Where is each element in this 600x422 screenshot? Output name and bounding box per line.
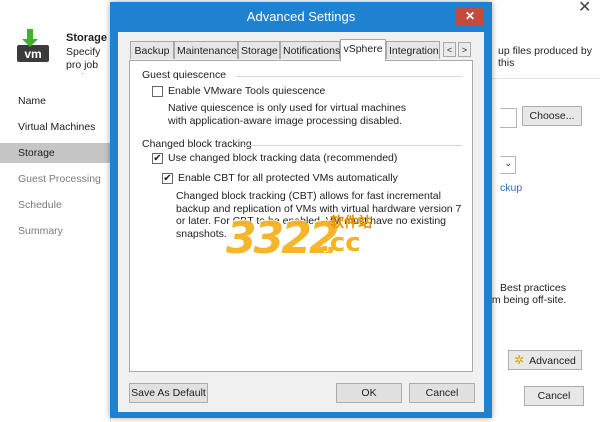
cbt-heading: Changed block tracking <box>142 138 252 150</box>
quiescence-help-text: Native quiescence is only used for virtu… <box>168 102 407 127</box>
tab-scroll-left-icon[interactable]: < <box>443 42 456 57</box>
gear-icon: ✲ <box>514 353 525 367</box>
offsite-note: em being off-site. <box>486 294 567 306</box>
tab-maintenance[interactable]: Maintenance <box>174 41 238 59</box>
choose-button[interactable]: Choose... <box>522 106 582 126</box>
nav-item-storage[interactable]: Storage <box>0 143 110 163</box>
nav-item-schedule[interactable]: Schedule <box>0 195 110 215</box>
nav-item-summary[interactable]: Summary <box>0 221 110 241</box>
repository-path-input[interactable] <box>500 108 517 128</box>
tab-storage[interactable]: Storage <box>238 41 280 59</box>
wizard-title: Storage <box>66 32 107 44</box>
wizard-close-icon[interactable]: ✕ <box>578 0 591 17</box>
vmware-tools-quiescence-label[interactable]: Enable VMware Tools quiescence <box>168 85 325 97</box>
wizard-cancel-button[interactable]: Cancel <box>524 386 584 406</box>
ok-button[interactable]: OK <box>336 383 402 403</box>
group-divider <box>244 145 462 146</box>
nav-item-guest-processing[interactable]: Guest Processing <box>0 169 110 189</box>
tab-notifications[interactable]: Notifications <box>280 41 340 59</box>
vmware-tools-quiescence-checkbox[interactable] <box>152 86 163 97</box>
vm-wizard-icon: vm <box>16 27 52 63</box>
wizard-description-right: up files produced by this <box>498 45 592 69</box>
dialog-title: Advanced Settings <box>246 9 356 24</box>
repository-select[interactable]: ⌄ <box>500 156 516 174</box>
tab-backup[interactable]: Backup <box>130 41 174 59</box>
chevron-down-icon: ⌄ <box>504 158 512 168</box>
advanced-button[interactable]: ✲ Advanced <box>508 350 582 370</box>
dialog-close-button[interactable]: ✕ <box>456 7 484 25</box>
backup-link[interactable]: ckup <box>500 182 522 194</box>
save-as-default-button[interactable]: Save As Default <box>129 383 208 403</box>
dialog-cancel-button[interactable]: Cancel <box>409 383 475 403</box>
use-cbt-checkbox[interactable]: ✔ <box>152 153 163 164</box>
guest-quiescence-heading: Guest quiescence <box>142 69 227 81</box>
wizard-description: Specify pro job and cu <box>66 46 101 74</box>
enable-cbt-checkbox[interactable]: ✔ <box>162 173 173 184</box>
vm-icon-text: vm <box>24 47 41 61</box>
tab-scroll-right-icon[interactable]: > <box>458 42 471 57</box>
watermark-suffix: .cc <box>320 228 361 258</box>
group-divider <box>236 76 462 77</box>
best-practices-note: Best practices <box>500 282 566 294</box>
tab-vsphere[interactable]: vSphere <box>340 39 386 61</box>
tab-integration[interactable]: Integration <box>386 41 440 59</box>
advanced-button-label: Advanced <box>529 355 576 367</box>
nav-item-name[interactable]: Name <box>0 91 110 111</box>
use-cbt-label[interactable]: Use changed block tracking data (recomme… <box>168 152 397 164</box>
nav-item-virtual-machines[interactable]: Virtual Machines <box>0 117 110 137</box>
enable-cbt-label[interactable]: Enable CBT for all protected VMs automat… <box>178 172 398 184</box>
